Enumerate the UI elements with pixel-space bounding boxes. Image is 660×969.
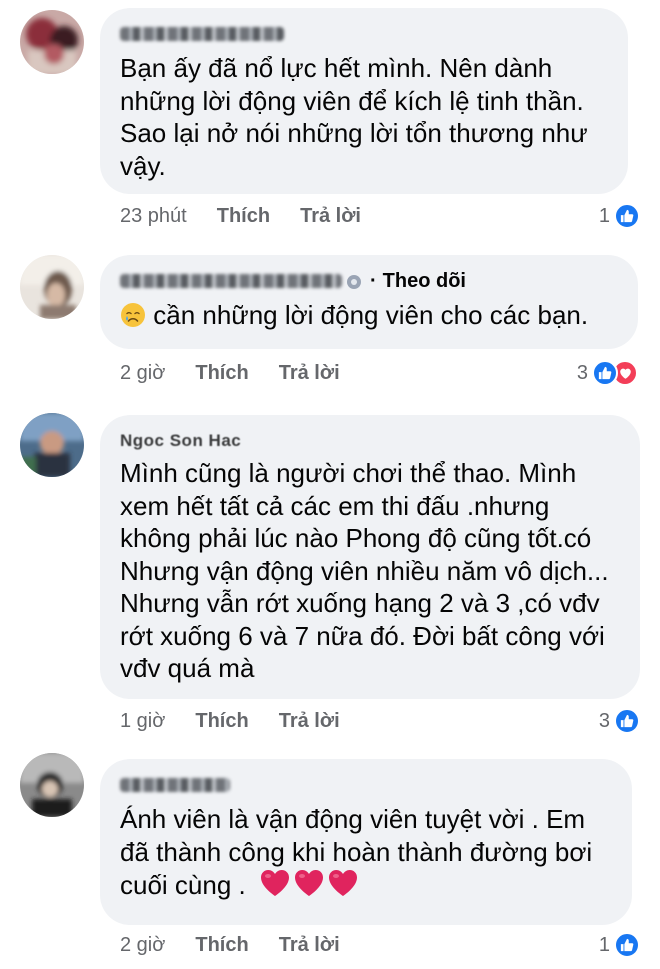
red-heart-icon	[259, 868, 291, 906]
comment-time[interactable]: 23 phút	[120, 205, 187, 228]
comment-text-body: cần những lời động viên cho các bạn.	[153, 300, 589, 330]
comment-time[interactable]: 1 giờ	[120, 710, 165, 733]
like-reaction-icon	[614, 708, 640, 734]
comment: Ngoc Son Hac Mình cũng là người chơi thể…	[0, 405, 660, 745]
crying-face-icon	[120, 302, 146, 336]
reaction-summary[interactable]: 1	[599, 931, 640, 959]
follow-button[interactable]: Theo dõi	[383, 270, 466, 293]
comment-text: Mình cũng là người chơi thể thao. Mình x…	[120, 458, 609, 683]
comment-bubble: · Theo dõi cần những lời động viên cho c…	[100, 255, 638, 349]
reply-button[interactable]: Trả lời	[279, 934, 340, 957]
like-reaction-icon	[592, 360, 618, 386]
avatar[interactable]	[20, 255, 84, 319]
author-row: Ngoc Son Hac	[120, 429, 618, 453]
avatar[interactable]	[20, 413, 84, 477]
reaction-count: 1	[598, 933, 610, 956]
avatar[interactable]	[20, 753, 84, 817]
comment-actions: 23 phút Thích Trả lời	[120, 202, 361, 230]
reply-button[interactable]: Trả lời	[300, 205, 361, 228]
comment-bubble: Bạn ấy đã nổ lực hết mình. Nên dành nhữn…	[100, 8, 628, 194]
comment-text: cần những lời động viên cho các bạn.	[120, 299, 616, 336]
like-reaction-icon	[614, 203, 640, 229]
author-row	[120, 22, 606, 46]
red-heart-icon	[327, 868, 359, 906]
like-reaction-icon	[614, 932, 640, 958]
like-button[interactable]: Thích	[217, 205, 270, 228]
reaction-summary[interactable]: 3	[599, 707, 640, 735]
like-button[interactable]: Thích	[195, 362, 248, 385]
red-heart-icon	[293, 868, 325, 906]
comment-time[interactable]: 2 giờ	[120, 934, 165, 957]
author-name[interactable]	[120, 274, 342, 288]
reaction-summary[interactable]: 1	[599, 202, 640, 230]
separator-dot: ·	[370, 269, 377, 292]
author-name[interactable]: Ngoc Son Hac	[120, 431, 241, 451]
comment-actions: 2 giờ Thích Trả lời	[120, 359, 340, 387]
comment-time[interactable]: 2 giờ	[120, 362, 165, 385]
reply-button[interactable]: Trả lời	[279, 710, 340, 733]
reaction-count: 3	[598, 709, 610, 732]
comment-text: Bạn ấy đã nổ lực hết mình. Nên dành nhữn…	[120, 53, 588, 181]
comment-actions: 1 giờ Thích Trả lời	[120, 707, 340, 735]
reply-button[interactable]: Trả lời	[279, 362, 340, 385]
author-row: · Theo dõi	[120, 269, 616, 293]
like-button[interactable]: Thích	[195, 710, 248, 733]
like-button[interactable]: Thích	[195, 934, 248, 957]
comment-bubble: Ánh viên là vận động viên tuyệt vời . Em…	[100, 759, 632, 925]
comment-text: Ánh viên là vận động viên tuyệt vời . Em…	[120, 803, 610, 906]
avatar[interactable]	[20, 10, 84, 74]
comment-actions: 2 giờ Thích Trả lời	[120, 931, 340, 959]
verified-fan-icon	[346, 273, 362, 289]
author-name[interactable]	[120, 27, 284, 41]
comment: · Theo dõi cần những lời động viên cho c…	[0, 245, 660, 405]
reaction-summary[interactable]: 3	[577, 359, 638, 387]
comment: Ánh viên là vận động viên tuyệt vời . Em…	[0, 745, 660, 969]
author-row	[120, 773, 610, 797]
reaction-count: 1	[598, 204, 610, 227]
reaction-count: 3	[576, 361, 588, 384]
comment: Bạn ấy đã nổ lực hết mình. Nên dành nhữn…	[0, 0, 660, 245]
comment-bubble: Ngoc Son Hac Mình cũng là người chơi thể…	[100, 415, 640, 699]
author-name[interactable]	[120, 778, 230, 792]
